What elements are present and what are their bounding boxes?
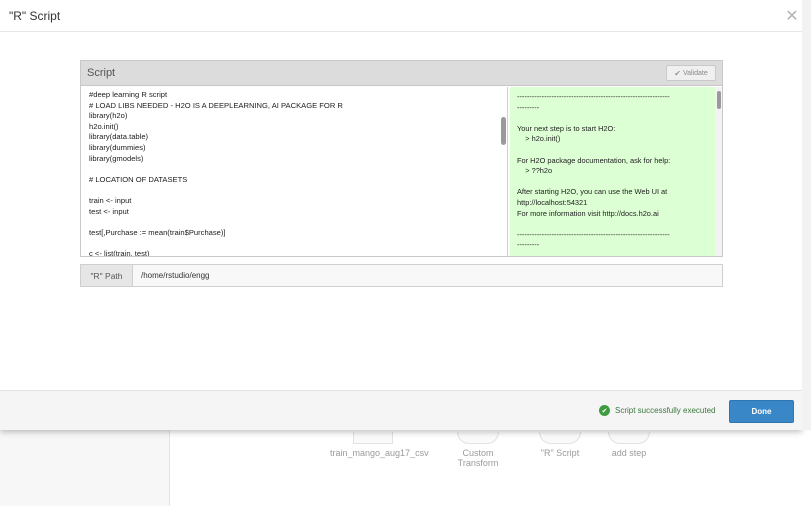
close-icon[interactable]: ✕ [782, 6, 802, 26]
success-check-icon: ✔ [599, 405, 610, 416]
code-text[interactable]: #deep learning R script # LOAD LIBS NEED… [89, 90, 343, 256]
validate-label: Validate [682, 69, 708, 77]
dataset-icon [353, 432, 393, 444]
script-panel-title: Script [87, 67, 116, 79]
modal-title: "R" Script [9, 9, 61, 23]
background-sidebar [0, 430, 170, 506]
status-message: ✔ Script successfully executed [599, 405, 716, 416]
done-button[interactable]: Done [729, 400, 794, 423]
script-panel-header: Script ✔ Validate [81, 61, 722, 86]
console-output: ----------------------------------------… [510, 87, 715, 256]
status-text: Script successfully executed [615, 406, 716, 415]
r-script-icon [539, 432, 581, 444]
r-path-label: "R" Path [81, 265, 133, 286]
modal-footer: ✔ Script successfully executed Done [0, 390, 802, 430]
add-step-icon [608, 432, 650, 444]
node-dataset[interactable]: train_mango_aug17_csv [330, 432, 429, 458]
validate-button[interactable]: ✔ Validate [666, 65, 716, 81]
node-label: "R" Script [540, 448, 580, 458]
node-label: Custom Transform [457, 448, 499, 468]
script-panel: Script ✔ Validate #deep learning R scrip… [80, 60, 723, 257]
check-icon: ✔ [674, 68, 681, 78]
editor-scrollbar[interactable] [501, 117, 506, 145]
code-editor[interactable]: #deep learning R script # LOAD LIBS NEED… [81, 87, 508, 256]
node-add-step[interactable]: add step [608, 432, 650, 458]
node-r-script[interactable]: "R" Script [538, 432, 582, 458]
modal-header: "R" Script ✕ [0, 0, 802, 32]
r-script-modal: "R" Script ✕ Script ✔ Validate #deep lea… [0, 0, 802, 430]
page-scrollbar[interactable] [802, 0, 811, 430]
transform-icon [457, 432, 499, 444]
r-path-row: "R" Path [80, 264, 723, 287]
console-output-text: ----------------------------------------… [517, 92, 671, 250]
r-path-input[interactable] [133, 265, 722, 286]
node-label: train_mango_aug17_csv [330, 448, 429, 458]
output-scrollbar-track[interactable] [715, 87, 722, 256]
node-custom-transform[interactable]: Custom Transform [444, 432, 512, 468]
output-scrollbar[interactable] [717, 91, 721, 109]
node-label: add step [611, 448, 647, 458]
